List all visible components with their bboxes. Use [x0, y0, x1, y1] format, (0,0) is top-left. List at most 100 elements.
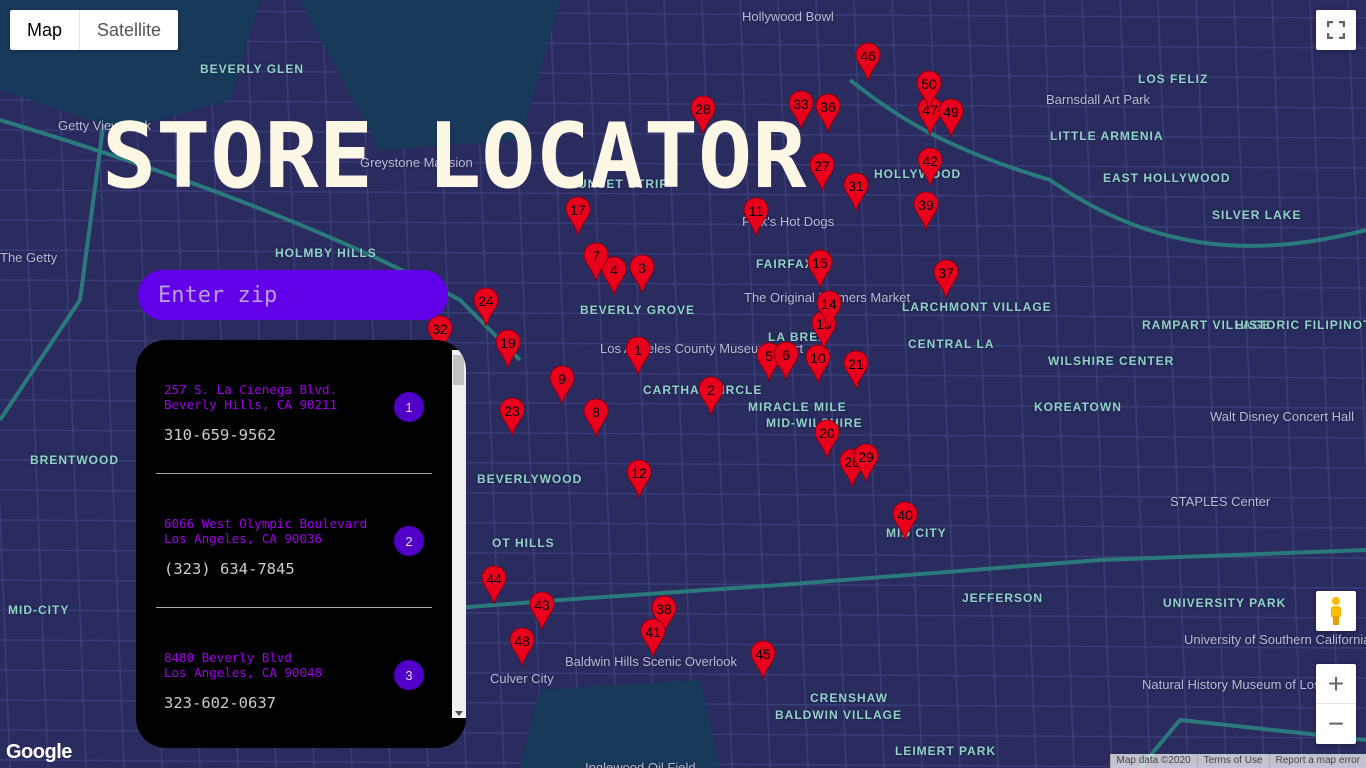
street-view-pegman[interactable] — [1316, 591, 1356, 631]
marker-label: 42 — [922, 153, 938, 169]
store-list[interactable]: 257 S. La Cienega Blvd. Beverly Hills, CA… — [136, 340, 452, 718]
store-marker[interactable]: 23 — [499, 397, 525, 437]
map-label: JEFFERSON — [962, 591, 1044, 605]
marker-label: 23 — [504, 403, 520, 419]
map-label: BEVERLY GROVE — [580, 303, 696, 317]
map-label: HISTORIC FILIPINOTOWN — [1235, 318, 1366, 332]
map-label: LEIMERT PARK — [895, 744, 997, 758]
store-marker[interactable]: 44 — [481, 565, 507, 605]
store-marker[interactable]: 9 — [549, 365, 575, 405]
store-marker[interactable]: 21 — [843, 350, 869, 390]
zip-input[interactable] — [158, 282, 438, 308]
address-line-2: Los Angeles, CA 90036 — [164, 531, 323, 546]
marker-label: 14 — [821, 296, 837, 312]
address-line-1: 6066 West Olympic Boulevard — [164, 516, 368, 531]
fullscreen-button[interactable] — [1316, 10, 1356, 50]
store-marker[interactable]: 41 — [640, 618, 666, 658]
store-marker[interactable]: 8 — [583, 398, 609, 438]
map-label: LOS FELIZ — [1138, 72, 1209, 86]
store-marker[interactable]: 3 — [629, 254, 655, 294]
marker-label: 44 — [486, 571, 502, 587]
store-marker[interactable]: 39 — [913, 191, 939, 231]
map-type-satellite-button[interactable]: Satellite — [79, 10, 178, 50]
store-marker[interactable]: 36 — [815, 93, 841, 133]
map-label: Culver City — [490, 671, 554, 686]
marker-label: 27 — [814, 158, 830, 174]
store-address: 8480 Beverly Blvd Los Angeles, CA 90048 — [164, 650, 432, 680]
map-data-text: Map data ©2020 — [1109, 754, 1197, 768]
store-marker[interactable]: 50 — [916, 70, 942, 110]
map-label: WILSHIRE CENTER — [1048, 354, 1175, 368]
store-marker[interactable]: 6 — [773, 341, 799, 381]
store-marker[interactable]: 40 — [892, 501, 918, 541]
store-phone: (323) 634-7845 — [164, 560, 295, 578]
store-marker[interactable]: 7 — [583, 242, 609, 282]
zoom-in-button[interactable]: + — [1316, 664, 1356, 704]
store-marker[interactable]: 15 — [807, 249, 833, 289]
scrollbar-thumb[interactable] — [453, 355, 464, 385]
marker-label: 1 — [634, 342, 642, 358]
store-item[interactable]: 8480 Beverly Blvd Los Angeles, CA 90048 3… — [156, 608, 432, 718]
google-logo: Google — [6, 741, 72, 763]
store-marker[interactable]: 20 — [814, 419, 840, 459]
map-label: STAPLES Center — [1170, 494, 1271, 509]
store-marker[interactable]: 45 — [750, 640, 776, 680]
store-phone: 310-659-9562 — [164, 426, 276, 444]
zoom-control: + − — [1316, 664, 1356, 744]
marker-label: 21 — [848, 356, 864, 372]
marker-label: 3 — [638, 260, 646, 276]
marker-label: 10 — [810, 350, 826, 366]
store-address: 6066 West Olympic Boulevard Los Angeles, … — [164, 516, 432, 546]
marker-label: 37 — [938, 265, 954, 281]
marker-label: 40 — [897, 507, 913, 523]
marker-label: 29 — [858, 449, 874, 465]
store-marker[interactable]: 24 — [473, 287, 499, 327]
marker-label: 31 — [848, 178, 864, 194]
store-marker[interactable]: 10 — [805, 344, 831, 384]
store-marker[interactable]: 37 — [933, 259, 959, 299]
map-label: MID-CITY — [8, 603, 70, 617]
store-marker[interactable]: 12 — [626, 459, 652, 499]
store-marker[interactable]: 14 — [816, 290, 842, 330]
map-label: OT HILLS — [492, 536, 555, 550]
map-label: EAST HOLLYWOOD — [1103, 171, 1231, 185]
store-marker[interactable]: 2 — [698, 376, 724, 416]
zoom-out-button[interactable]: − — [1316, 704, 1356, 744]
map-label: University of Southern California — [1184, 632, 1366, 647]
store-marker[interactable]: 48 — [509, 627, 535, 667]
store-marker[interactable]: 43 — [529, 591, 555, 631]
marker-label: 38 — [656, 601, 672, 617]
marker-label: 46 — [860, 48, 876, 64]
store-marker[interactable]: 29 — [853, 443, 879, 483]
store-item[interactable]: 257 S. La Cienega Blvd. Beverly Hills, CA… — [156, 340, 432, 474]
map-type-map-button[interactable]: Map — [10, 10, 79, 50]
map-label: BEVERLY GLEN — [200, 62, 305, 76]
address-line-1: 8480 Beverly Blvd — [164, 650, 292, 665]
map-label: Hollywood Bowl — [742, 9, 834, 24]
terms-of-use-link[interactable]: Terms of Use — [1196, 754, 1269, 768]
store-marker[interactable]: 42 — [917, 147, 943, 187]
store-marker[interactable]: 27 — [809, 152, 835, 192]
store-list-scrollbar[interactable] — [452, 350, 466, 718]
marker-label: 12 — [631, 465, 647, 481]
marker-label: 39 — [918, 197, 934, 213]
marker-label: 32 — [432, 321, 448, 337]
marker-label: 36 — [820, 99, 836, 115]
store-address: 257 S. La Cienega Blvd. Beverly Hills, CA… — [164, 382, 432, 412]
store-marker[interactable]: 46 — [855, 42, 881, 82]
store-marker[interactable]: 31 — [843, 172, 869, 212]
map-label: BRENTWOOD — [30, 453, 119, 467]
store-item[interactable]: 6066 West Olympic Boulevard Los Angeles, … — [156, 474, 432, 608]
map-label: SILVER LAKE — [1212, 208, 1302, 222]
store-marker[interactable]: 1 — [625, 336, 651, 376]
store-number-badge: 1 — [394, 392, 424, 422]
marker-label: 19 — [500, 335, 516, 351]
map-label: HOLMBY HILLS — [275, 246, 377, 260]
report-map-error-link[interactable]: Report a map error — [1268, 754, 1366, 768]
store-marker[interactable]: 19 — [495, 329, 521, 369]
marker-label: 2 — [707, 382, 715, 398]
map-label: Walt Disney Concert Hall — [1210, 409, 1355, 424]
map-type-control: Map Satellite — [10, 10, 179, 50]
scroll-down-arrow-icon[interactable] — [455, 711, 463, 716]
marker-label: 48 — [514, 633, 530, 649]
